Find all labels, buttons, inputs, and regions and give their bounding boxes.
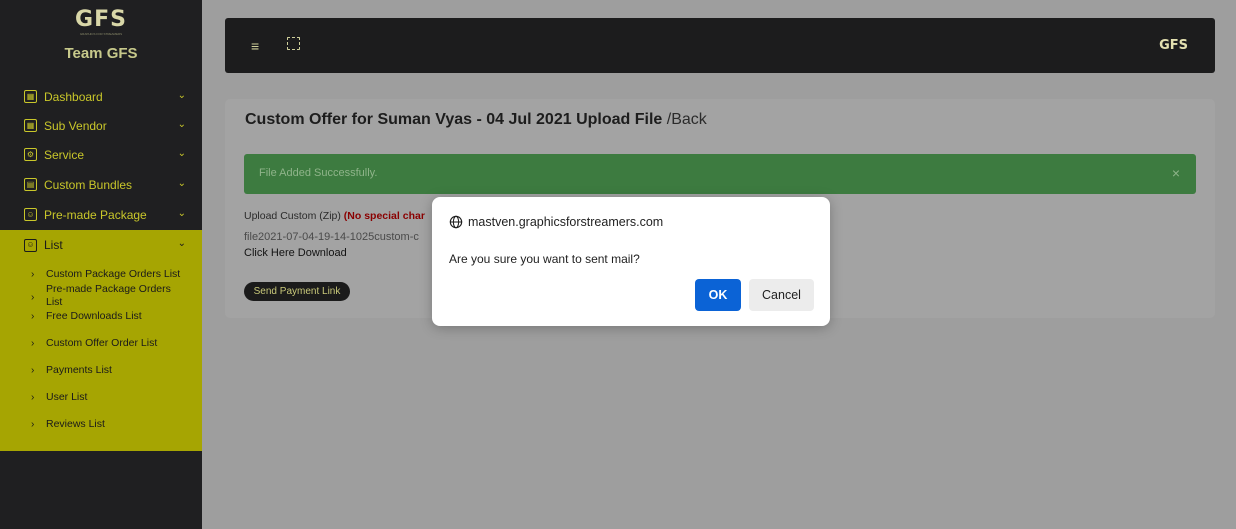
- success-alert: File Added Successfully. ×: [244, 154, 1196, 194]
- upload-label-text: Upload Custom (Zip): [244, 210, 341, 222]
- submenu-label: Pre-made Package Orders: [46, 283, 171, 295]
- sidebar-item-label: List: [44, 238, 63, 252]
- sidebar-item-label: Custom Bundles: [44, 177, 133, 192]
- chevron-down-icon: ⌄: [177, 148, 186, 159]
- top-header: ≡ GFS: [225, 18, 1215, 73]
- logo-tagline: GRAPHICS FOR STREAMERS: [79, 32, 123, 36]
- menu-icon[interactable]: ≡: [251, 38, 259, 54]
- chevron-down-icon: ⌄: [177, 119, 186, 130]
- sidebar-item-list[interactable]: ☺ List ⌄: [0, 230, 202, 260]
- chevron-right-icon: ›: [31, 311, 35, 322]
- dialog-origin: mastven.graphicsforstreamers.com: [468, 215, 664, 229]
- brand: GFS GRAPHICS FOR STREAMERS Team GFS: [0, 0, 202, 80]
- sidebar-item-service[interactable]: ⚙ Service ⌄: [0, 140, 202, 170]
- sidebar-item-label: Service: [44, 147, 85, 162]
- upload-warning: (No special char: [343, 210, 425, 222]
- submenu-label: Reviews List: [46, 418, 105, 430]
- file-name: file2021-07-04-19-14-1025custom-c: [244, 231, 419, 243]
- submenu-premade-package-orders[interactable]: › Pre-made Package Orders List: [0, 283, 202, 309]
- sidebar: GFS GRAPHICS FOR STREAMERS Team GFS ▦ Da…: [0, 0, 202, 529]
- team-name: Team GFS: [64, 45, 138, 62]
- send-payment-link-button[interactable]: Send Payment Link: [244, 282, 350, 301]
- chevron-down-icon: ⌄: [177, 178, 186, 189]
- submenu-free-downloads[interactable]: › Free Downloads List: [0, 310, 202, 323]
- dashboard-icon: ▦: [24, 90, 37, 104]
- dialog-header: mastven.graphicsforstreamers.com: [449, 215, 663, 229]
- sidebar-item-dashboard[interactable]: ▦ Dashboard ⌄: [0, 82, 202, 112]
- sidebar-item-label: Dashboard: [44, 89, 103, 104]
- submenu-label: Custom Offer Order List: [46, 337, 158, 349]
- confirm-dialog: mastven.graphicsforstreamers.com Are you…: [432, 197, 830, 326]
- sidebar-item-sub-vendor[interactable]: ▦ Sub Vendor ⌄: [0, 111, 202, 141]
- list-submenu: ☺ List ⌄ › Custom Package Orders List › …: [0, 230, 202, 451]
- submenu-custom-package-orders[interactable]: › Custom Package Orders List: [0, 268, 202, 281]
- fullscreen-icon[interactable]: [287, 37, 300, 50]
- globe-icon: [449, 215, 463, 229]
- submenu-payments[interactable]: › Payments List: [0, 364, 202, 377]
- chevron-down-icon: ⌄: [177, 238, 186, 249]
- chevron-right-icon: ›: [31, 365, 35, 376]
- upload-label: Upload Custom (Zip) (No special char: [244, 210, 425, 222]
- chevron-right-icon: ›: [31, 292, 35, 303]
- submenu-label: Payments List: [46, 364, 112, 376]
- chevron-down-icon: ⌄: [177, 90, 186, 101]
- gfs-logo[interactable]: GFS: [0, 8, 202, 32]
- submenu-label: User List: [46, 391, 88, 403]
- submenu-reviews[interactable]: › Reviews List: [0, 418, 202, 431]
- back-link[interactable]: /Back: [667, 111, 707, 128]
- bundles-icon: ▤: [24, 178, 37, 192]
- chevron-right-icon: ›: [31, 419, 35, 430]
- alert-message: File Added Successfully.: [259, 167, 378, 179]
- title-text: Custom Offer for Suman Vyas - 04 Jul 202…: [245, 111, 663, 128]
- sidebar-item-label: Sub Vendor: [44, 118, 107, 133]
- sidebar-item-custom-bundles[interactable]: ▤ Custom Bundles ⌄: [0, 170, 202, 200]
- chevron-right-icon: ›: [31, 338, 35, 349]
- vendor-icon: ▦: [24, 119, 37, 133]
- header-logo[interactable]: GFS: [1159, 38, 1188, 53]
- chevron-right-icon: ›: [31, 269, 35, 280]
- submenu-custom-offer-orders[interactable]: › Custom Offer Order List: [0, 337, 202, 350]
- cancel-button[interactable]: Cancel: [749, 279, 814, 311]
- package-icon: ☺: [24, 208, 37, 222]
- submenu-label: Free Downloads List: [46, 310, 142, 322]
- close-icon[interactable]: ×: [1172, 165, 1180, 181]
- ok-button[interactable]: OK: [695, 279, 741, 311]
- submenu-users[interactable]: › User List: [0, 391, 202, 404]
- chevron-right-icon: ›: [31, 392, 35, 403]
- chevron-down-icon: ⌄: [177, 208, 186, 219]
- sidebar-item-premade-package[interactable]: ☺ Pre-made Package ⌄: [0, 200, 202, 230]
- list-icon: ☺: [24, 238, 37, 252]
- sidebar-item-label: Pre-made Package: [44, 207, 147, 222]
- service-icon: ⚙: [24, 148, 37, 162]
- page-title: Custom Offer for Suman Vyas - 04 Jul 202…: [245, 111, 707, 129]
- submenu-label-continued: List: [46, 296, 63, 308]
- download-link[interactable]: Click Here Download: [244, 247, 347, 259]
- submenu-label: Custom Package Orders List: [46, 268, 181, 280]
- dialog-message: Are you sure you want to sent mail?: [449, 252, 640, 266]
